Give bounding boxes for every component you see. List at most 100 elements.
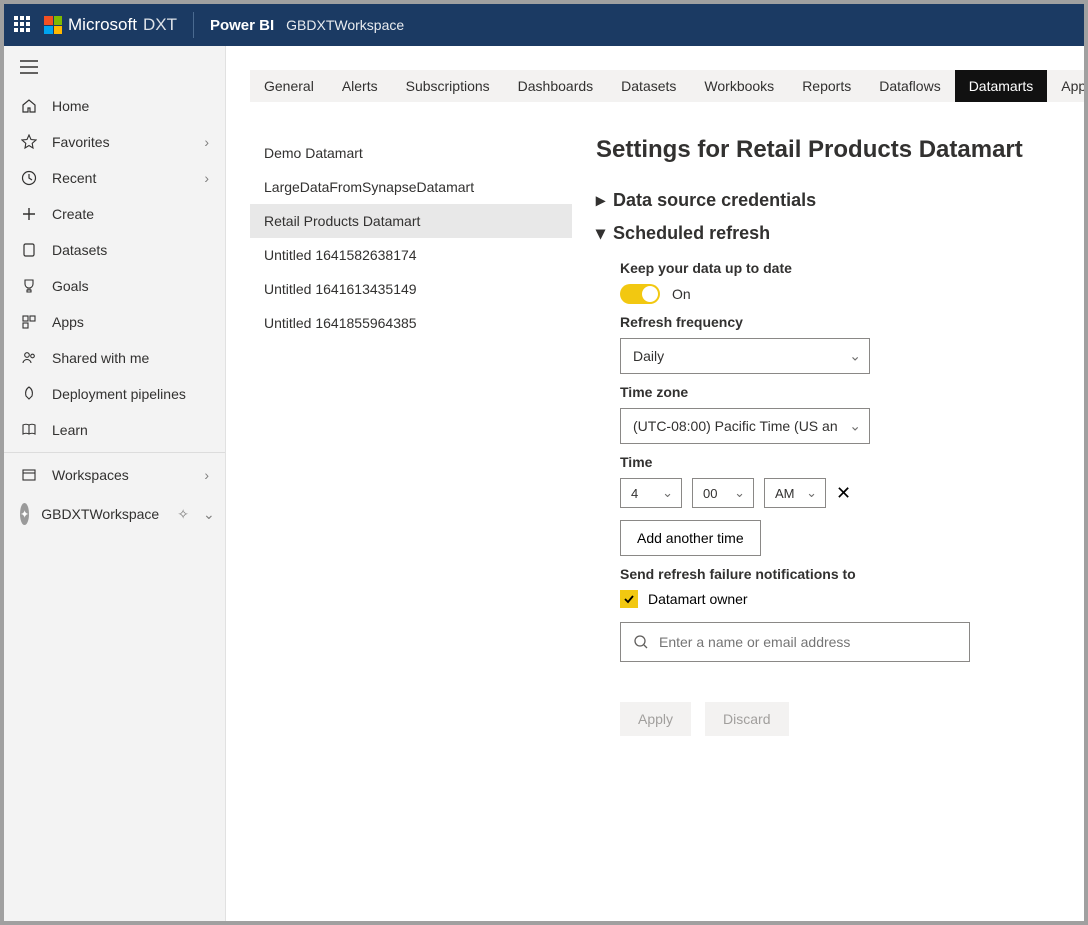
trophy-icon bbox=[20, 278, 38, 294]
datamart-list: Demo Datamart LargeDataFromSynapseDatama… bbox=[250, 136, 572, 736]
time-hour-value: 4 bbox=[631, 486, 638, 501]
tab-datasets[interactable]: Datasets bbox=[607, 70, 690, 102]
section-label: Data source credentials bbox=[613, 190, 816, 211]
time-hour-select[interactable]: 4 ⌄ bbox=[620, 478, 682, 508]
sidebar-item-label: Apps bbox=[52, 314, 84, 330]
toggle-state-label: On bbox=[672, 286, 691, 302]
header-divider bbox=[193, 12, 194, 38]
tab-datamarts[interactable]: Datamarts bbox=[955, 70, 1048, 102]
chevron-right-icon: › bbox=[204, 134, 209, 150]
clock-icon bbox=[20, 170, 38, 186]
sidebar-item-label: GBDXTWorkspace bbox=[41, 506, 159, 522]
time-minute-value: 00 bbox=[703, 486, 717, 501]
refresh-toggle[interactable] bbox=[620, 284, 660, 304]
sidebar-item-label: Recent bbox=[52, 170, 96, 186]
sidebar-item-home[interactable]: Home bbox=[4, 88, 225, 124]
chevron-down-icon: ⌄ bbox=[662, 485, 673, 501]
sidebar-item-apps[interactable]: Apps bbox=[4, 304, 225, 340]
notify-search-box[interactable] bbox=[620, 622, 970, 662]
tab-workbooks[interactable]: Workbooks bbox=[690, 70, 788, 102]
discard-button[interactable]: Discard bbox=[705, 702, 788, 736]
tab-general[interactable]: General bbox=[250, 70, 328, 102]
tab-alerts[interactable]: Alerts bbox=[328, 70, 392, 102]
tab-dataflows[interactable]: Dataflows bbox=[865, 70, 954, 102]
sidebar-item-label: Goals bbox=[52, 278, 89, 294]
top-bar: Microsoft DXT Power BI GBDXTWorkspace bbox=[4, 4, 1084, 46]
sidebar-item-label: Learn bbox=[52, 422, 88, 438]
premium-icon: ✧ bbox=[177, 506, 189, 523]
people-icon bbox=[20, 350, 38, 366]
time-ampm-value: AM bbox=[775, 486, 795, 501]
app-name[interactable]: Power BI bbox=[210, 17, 274, 34]
book-icon bbox=[20, 422, 38, 438]
workspace-list: Workspaces › ✦ GBDXTWorkspace ✧ ⌄ bbox=[4, 457, 225, 535]
datamart-item[interactable]: LargeDataFromSynapseDatamart bbox=[250, 170, 572, 204]
datamart-item[interactable]: Untitled 1641582638174 bbox=[250, 238, 572, 272]
search-icon bbox=[633, 634, 649, 650]
database-icon bbox=[20, 242, 38, 258]
sidebar-item-shared[interactable]: Shared with me bbox=[4, 340, 225, 376]
main-content: General Alerts Subscriptions Dashboards … bbox=[226, 46, 1084, 921]
sidebar-item-recent[interactable]: Recent › bbox=[4, 160, 225, 196]
sidebar-item-pipelines[interactable]: Deployment pipelines bbox=[4, 376, 225, 412]
hamburger-button[interactable] bbox=[4, 46, 225, 88]
sidebar-item-label: Workspaces bbox=[52, 467, 129, 483]
workspaces-icon bbox=[20, 467, 38, 483]
sidebar-item-workspaces[interactable]: Workspaces › bbox=[4, 457, 225, 493]
chevron-right-icon: › bbox=[204, 467, 209, 483]
datamart-item[interactable]: Retail Products Datamart bbox=[250, 204, 572, 238]
remove-time-button[interactable]: ✕ bbox=[836, 483, 851, 504]
time-label: Time bbox=[620, 454, 1056, 470]
notify-label: Send refresh failure notifications to bbox=[620, 566, 1056, 582]
sidebar-item-learn[interactable]: Learn bbox=[4, 412, 225, 448]
datamart-item[interactable]: Untitled 1641855964385 bbox=[250, 306, 572, 340]
section-credentials[interactable]: ▸ Data source credentials bbox=[596, 184, 1056, 217]
caret-down-icon: ▾ bbox=[596, 223, 605, 244]
home-icon bbox=[20, 98, 38, 114]
sidebar-item-label: Create bbox=[52, 206, 94, 222]
waffle-icon[interactable] bbox=[14, 16, 32, 34]
tab-app[interactable]: App bbox=[1047, 70, 1084, 102]
sidebar: Home Favorites › Recent › Create Dataset… bbox=[4, 46, 226, 921]
time-minute-select[interactable]: 00 ⌄ bbox=[692, 478, 754, 508]
frequency-value: Daily bbox=[633, 348, 664, 364]
timezone-value: (UTC-08:00) Pacific Time (US an bbox=[633, 418, 838, 434]
apps-icon bbox=[20, 314, 38, 330]
section-label: Scheduled refresh bbox=[613, 223, 770, 244]
sidebar-item-datasets[interactable]: Datasets bbox=[4, 232, 225, 268]
notify-search-input[interactable] bbox=[659, 634, 957, 650]
sidebar-item-favorites[interactable]: Favorites › bbox=[4, 124, 225, 160]
brand-suffix: DXT bbox=[143, 15, 177, 35]
timezone-label: Time zone bbox=[620, 384, 1056, 400]
brand-text: Microsoft bbox=[68, 15, 137, 35]
chevron-down-icon: ⌄ bbox=[734, 485, 745, 501]
microsoft-logo: Microsoft DXT bbox=[44, 15, 177, 35]
header-workspace[interactable]: GBDXTWorkspace bbox=[286, 17, 404, 33]
chevron-right-icon: › bbox=[204, 170, 209, 186]
datamart-item[interactable]: Untitled 1641613435149 bbox=[250, 272, 572, 306]
sidebar-item-label: Deployment pipelines bbox=[52, 386, 186, 402]
tab-reports[interactable]: Reports bbox=[788, 70, 865, 102]
datamart-item[interactable]: Demo Datamart bbox=[250, 136, 572, 170]
frequency-select[interactable]: Daily ⌄ bbox=[620, 338, 870, 374]
add-time-button[interactable]: Add another time bbox=[620, 520, 761, 556]
keep-data-label: Keep your data up to date bbox=[620, 260, 1056, 276]
sidebar-item-current-workspace[interactable]: ✦ GBDXTWorkspace ✧ ⌄ bbox=[4, 493, 225, 535]
owner-checkbox[interactable] bbox=[620, 590, 638, 608]
chevron-down-icon: ⌄ bbox=[849, 348, 861, 365]
tab-dashboards[interactable]: Dashboards bbox=[504, 70, 608, 102]
plus-icon bbox=[20, 206, 38, 222]
sidebar-item-goals[interactable]: Goals bbox=[4, 268, 225, 304]
apply-button[interactable]: Apply bbox=[620, 702, 691, 736]
time-ampm-select[interactable]: AM ⌄ bbox=[764, 478, 826, 508]
section-scheduled[interactable]: ▾ Scheduled refresh bbox=[596, 217, 1056, 250]
caret-right-icon: ▸ bbox=[596, 190, 605, 211]
settings-title: Settings for Retail Products Datamart bbox=[596, 136, 1056, 164]
timezone-select[interactable]: (UTC-08:00) Pacific Time (US an ⌄ bbox=[620, 408, 870, 444]
chevron-down-icon: ⌄ bbox=[806, 485, 817, 501]
star-icon bbox=[20, 134, 38, 150]
tab-subscriptions[interactable]: Subscriptions bbox=[392, 70, 504, 102]
settings-panel: Settings for Retail Products Datamart ▸ … bbox=[596, 136, 1056, 736]
owner-checkbox-label: Datamart owner bbox=[648, 591, 748, 607]
sidebar-item-create[interactable]: Create bbox=[4, 196, 225, 232]
